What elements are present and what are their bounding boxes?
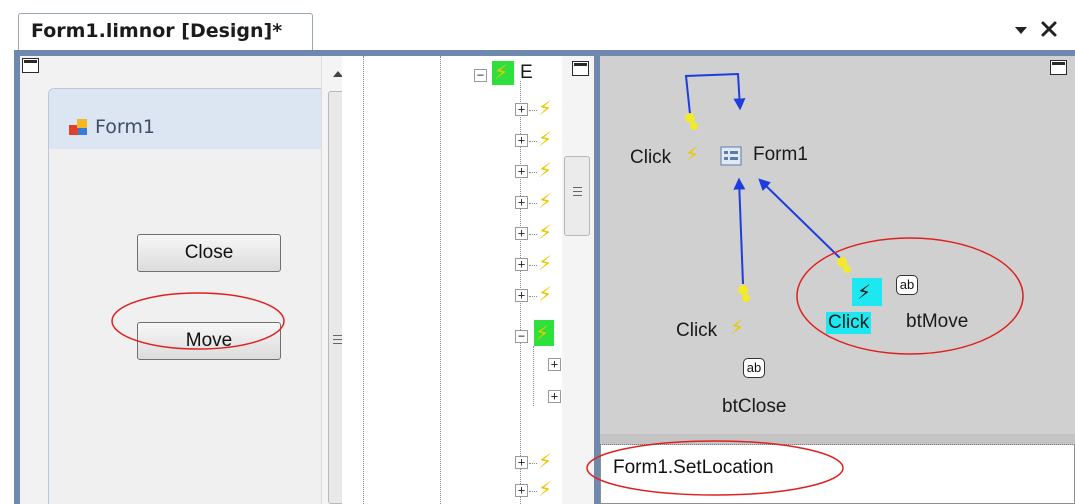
button-component-icon[interactable]: ab <box>896 275 918 295</box>
annotation-ellipse <box>586 440 844 496</box>
event-bolt-icon: ⚡ <box>538 282 553 306</box>
event-diagram: Click ⚡ Form1 Click ⚡ ab btClose ⚡ ab Cl… <box>600 56 1075 434</box>
maximize-pane-icon[interactable] <box>22 58 39 73</box>
event-bolt-icon: ⚡ <box>538 127 553 151</box>
method-panel: Form1.SetLocation <box>586 440 1075 504</box>
event-map-icon: ⚡ <box>492 60 514 85</box>
event-bolt-icon: ⚡ <box>538 158 553 182</box>
tree-branch <box>529 172 537 173</box>
expand-icon[interactable]: + <box>548 390 561 403</box>
expand-icon[interactable]: + <box>515 258 528 271</box>
expand-icon[interactable]: + <box>548 358 561 371</box>
button-component-icon[interactable]: ab <box>743 358 765 378</box>
event-bolt-icon: ⚡ <box>538 189 553 213</box>
close-button[interactable]: Close <box>137 234 281 272</box>
tree-branch <box>529 203 537 204</box>
tree-branch <box>529 110 537 111</box>
diagram-connections <box>684 72 1024 355</box>
event-bolt-icon: ⚡ <box>538 220 553 244</box>
expand-icon[interactable]: + <box>515 196 528 209</box>
document-tab[interactable]: Form1.limnor [Design]* <box>18 13 313 51</box>
expand-icon[interactable]: + <box>515 165 528 178</box>
tree-root-label: E <box>520 62 533 83</box>
tree-branch <box>529 265 537 266</box>
form-title: Form1 <box>95 116 155 138</box>
tree-guide-line <box>363 56 364 504</box>
btclose-node-label[interactable]: btClose <box>722 396 786 418</box>
event-tree-pane: − ⚡ E + ⚡ + ⚡ + ⚡ + ⚡ + ⚡ + ⚡ + ⚡ − ⚡ + … <box>342 56 562 504</box>
form-designer-pane: Form1 Close Move <box>20 56 354 504</box>
tree-branch <box>529 141 537 142</box>
expand-icon[interactable]: + <box>515 227 528 240</box>
event-bolt-icon: ⚡ <box>538 449 553 473</box>
chevron-down-icon[interactable] <box>1014 24 1028 36</box>
expand-icon[interactable]: + <box>515 456 528 469</box>
expand-icon[interactable]: + <box>515 289 528 302</box>
tree-branch <box>529 491 537 492</box>
form-component-icon[interactable] <box>720 146 742 166</box>
event-bolt-icon: ⚡ <box>538 96 553 120</box>
btmove-node-label[interactable]: btMove <box>906 311 968 333</box>
maximize-pane-icon[interactable] <box>572 61 589 76</box>
btmove-event-icon-highlight[interactable]: ⚡ <box>852 278 882 306</box>
event-bolt-icon: ⚡ <box>730 315 745 339</box>
event-bolt-icon: ⚡ <box>538 251 553 275</box>
btmove-click-event-label[interactable]: Click <box>826 312 872 334</box>
close-icon[interactable] <box>1040 20 1058 38</box>
tree-guide-line <box>533 346 534 406</box>
document-tabstrip: Form1.limnor [Design]* <box>0 0 1075 54</box>
annotation-ellipse <box>111 292 285 350</box>
collapse-icon[interactable]: − <box>474 69 487 82</box>
form-node-label[interactable]: Form1 <box>753 144 808 166</box>
expand-icon[interactable]: + <box>515 103 528 116</box>
event-bolt-icon: ⚡ <box>538 477 553 501</box>
expand-icon[interactable]: + <box>515 484 528 497</box>
expand-icon[interactable]: + <box>515 134 528 147</box>
tree-branch <box>529 234 537 235</box>
event-bolt-selected-icon: ⚡ <box>534 320 554 346</box>
event-bolt-icon: ⚡ <box>685 142 700 166</box>
form-titlebar: Form1 <box>49 89 325 149</box>
scrollbar-thumb[interactable] <box>564 156 590 236</box>
tree-guide-line <box>440 56 441 504</box>
tree-branch <box>529 463 537 464</box>
collapse-icon[interactable]: − <box>515 330 528 343</box>
tree-branch <box>529 296 537 297</box>
form-click-event-label: Click <box>630 147 672 168</box>
form-app-icon <box>69 119 87 135</box>
document-tab-title: Form1.limnor [Design]* <box>31 20 283 42</box>
btclose-click-event-label: Click <box>676 320 718 341</box>
